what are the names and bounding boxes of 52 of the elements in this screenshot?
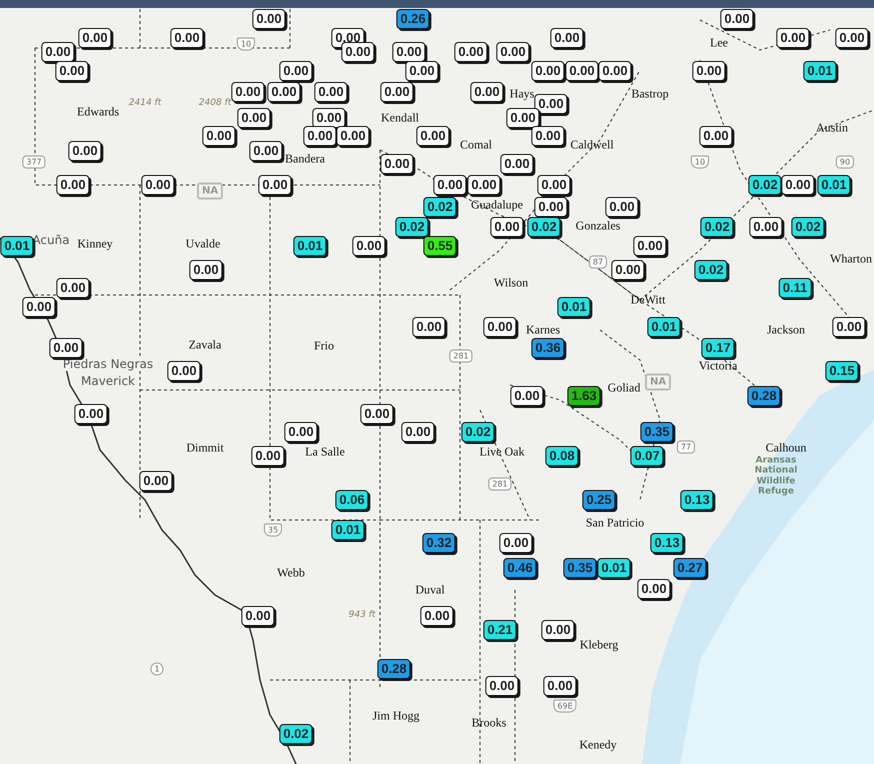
county-label: Jim Hogg <box>372 708 420 724</box>
highway-shield: 281 <box>488 478 512 490</box>
county-label: Comal <box>460 138 492 152</box>
county-label: Gonzales <box>576 218 620 234</box>
highway-shield: 377 <box>22 156 46 168</box>
county-label: Wharton <box>830 252 872 266</box>
highway-shield: 35 <box>264 524 282 536</box>
county-label: Hays <box>510 86 534 102</box>
county-label: Bastrop <box>631 86 669 102</box>
county-label: Webb <box>277 566 305 580</box>
county-label: Guadalupe <box>471 198 523 212</box>
county-label: Duval <box>415 582 445 598</box>
highway-shield: 10 <box>236 38 256 50</box>
county-label: Wilson <box>494 276 528 290</box>
highway-shield: 69E <box>553 700 577 712</box>
elevation-label: 943 ft <box>348 610 376 620</box>
county-label: San Patricio <box>586 516 644 530</box>
county-label: Kleberg <box>580 638 618 652</box>
highway-shield: 77 <box>676 440 696 454</box>
highway-shield: 1 <box>150 662 164 676</box>
county-label: Kenedy <box>579 738 617 752</box>
highway-shield: 87 <box>588 256 608 268</box>
county-label: Bandera <box>285 152 325 166</box>
county-label: Karnes <box>526 322 560 338</box>
county-label: Frio <box>314 338 334 354</box>
highway-shield: 90 <box>836 156 854 168</box>
city-label: Maverick <box>79 374 137 388</box>
highway-shield: 10 <box>690 156 710 168</box>
county-label: Zavala <box>188 338 222 352</box>
county-label: Kendall <box>381 110 419 126</box>
county-label: Victoria <box>698 358 738 374</box>
county-label: Austin <box>816 120 848 136</box>
county-label: La Salle <box>305 444 345 460</box>
county-label: DeWitt <box>630 292 666 308</box>
county-label: Dimmit <box>186 440 224 456</box>
county-label: Calhoun <box>766 440 806 456</box>
highway-shield: 281 <box>449 350 473 362</box>
city-label: Piedras Negras <box>60 357 156 371</box>
elevation-label: 2408 ft <box>198 98 232 108</box>
county-label: Brooks <box>472 716 506 730</box>
refuge-label: Aransas National Wildlife Refuge <box>754 455 798 497</box>
county-label: Jackson <box>767 322 805 338</box>
county-label: Goliad <box>608 380 640 396</box>
county-label: Edwards <box>77 104 119 120</box>
elevation-label: 2414 ft <box>128 98 162 108</box>
county-label: Lee <box>710 36 728 50</box>
county-label: Live Oak <box>480 444 524 460</box>
highway-shield: NA <box>644 374 672 390</box>
county-label: Uvalde <box>186 236 220 252</box>
county-label: Caldwell <box>570 138 614 152</box>
county-label: Kinney <box>77 236 113 252</box>
highway-shield: NA <box>196 182 224 200</box>
